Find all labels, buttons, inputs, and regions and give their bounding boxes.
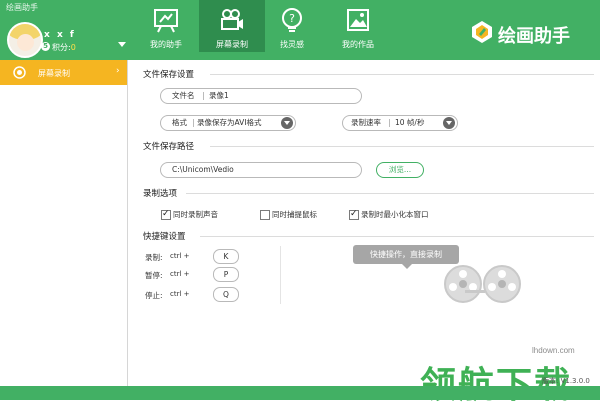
easel-icon xyxy=(154,9,178,33)
hotkey-record-key[interactable]: K xyxy=(213,249,239,264)
hotkey-stop-label: 停止: xyxy=(145,291,163,300)
option-record-sound[interactable]: 同时录制声音 xyxy=(161,208,251,221)
tab-inspiration[interactable]: ? 找灵感 xyxy=(259,0,325,52)
divider xyxy=(186,193,594,194)
points-label: 积分: xyxy=(52,43,71,52)
browse-button[interactable]: 浏览... xyxy=(376,162,424,178)
tab-label: 我的助手 xyxy=(150,40,182,49)
hotkey-tooltip: 快捷操作，直接录制 xyxy=(353,245,459,269)
window-title: 绘画助手 xyxy=(6,3,38,12)
checkbox-checked-icon[interactable] xyxy=(161,208,171,220)
checkbox-unchecked-icon[interactable] xyxy=(260,210,270,220)
tab-label: 屏幕录制 xyxy=(216,40,248,49)
reel-tape xyxy=(465,290,485,293)
section-title-save-path: 文件保存路径 xyxy=(143,142,195,152)
filename-value: 录像1 xyxy=(209,91,229,100)
tab-my-assistant[interactable]: 我的助手 xyxy=(133,0,199,52)
pencil-logo-icon xyxy=(472,21,492,43)
field-separator xyxy=(389,119,390,127)
option-label: 同时录制声音 xyxy=(173,210,218,219)
rate-label: 录制速率 xyxy=(351,118,381,127)
field-separator xyxy=(193,119,194,127)
divider xyxy=(210,74,594,75)
option-capture-mouse[interactable]: 同时捕提鼠标 xyxy=(260,209,350,221)
settings-panel: 文件保存设置 文件名 录像1 格式 录像保存为AVI格式 录制速率 10 帧/秒… xyxy=(128,60,600,386)
format-select[interactable]: 格式 录像保存为AVI格式 xyxy=(160,115,296,131)
divider xyxy=(280,246,281,304)
record-rate-select[interactable]: 录制速率 10 帧/秒 xyxy=(342,115,458,131)
version-label: 版本: V1.3.0.0 xyxy=(542,377,590,385)
chevron-down-icon[interactable] xyxy=(281,117,293,129)
filename-field[interactable]: 文件名 录像1 xyxy=(160,88,362,104)
lightbulb-question-icon: ? xyxy=(282,8,302,32)
hotkey-modifier: ctrl + xyxy=(170,270,190,278)
sidebar-item-label: 屏幕录制 xyxy=(38,69,70,78)
tab-label: 找灵感 xyxy=(280,40,304,49)
user-level-badge: 5 xyxy=(41,42,50,51)
save-path-value: C:\Unicom\Vedio xyxy=(172,165,234,174)
video-camera-icon xyxy=(221,9,243,30)
option-label: 录制时最小化本窗口 xyxy=(361,210,429,219)
hotkey-pause-label: 暂停: xyxy=(145,271,163,280)
svg-text:?: ? xyxy=(289,12,295,25)
divider xyxy=(210,146,594,147)
option-minimize-window[interactable]: 录制时最小化本窗口 xyxy=(349,208,459,221)
status-bar xyxy=(0,386,600,400)
tab-my-works[interactable]: 我的作品 xyxy=(325,0,391,52)
sidebar-item-screen-record[interactable]: 屏幕录制 › xyxy=(0,60,127,85)
filename-label: 文件名 xyxy=(172,91,195,100)
user-avatar[interactable] xyxy=(7,22,43,58)
chevron-right-icon: › xyxy=(116,66,120,76)
reel-right xyxy=(483,265,521,303)
section-title-hotkeys: 快捷键设置 xyxy=(143,232,186,242)
hotkey-modifier: ctrl + xyxy=(170,290,190,298)
screen-record-icon xyxy=(13,66,26,79)
field-separator xyxy=(203,92,204,100)
user-points: 积分:0 xyxy=(52,42,76,53)
checkbox-checked-icon[interactable] xyxy=(349,208,359,220)
reel-left xyxy=(444,265,482,303)
hotkey-record-label: 录制: xyxy=(145,253,163,262)
user-menu-caret-icon[interactable] xyxy=(118,42,126,47)
format-value: 录像保存为AVI格式 xyxy=(197,118,262,127)
option-label: 同时捕提鼠标 xyxy=(272,210,317,219)
sidebar: 屏幕录制 › xyxy=(0,60,128,386)
section-title-file-save: 文件保存设置 xyxy=(143,70,195,80)
app-header: 绘画助手 x x f 5 积分:0 我的助手 屏幕录制 ? 找灵感 我的作品 绘… xyxy=(0,0,600,60)
hotkey-modifier: ctrl + xyxy=(170,252,190,260)
user-name: x x f xyxy=(44,30,76,40)
rate-value: 10 帧/秒 xyxy=(395,118,425,127)
hotkey-pause-key[interactable]: P xyxy=(213,267,239,282)
chevron-down-icon[interactable] xyxy=(443,117,455,129)
divider xyxy=(200,236,594,237)
brand-name: 绘画助手 xyxy=(498,26,570,46)
save-path-field[interactable]: C:\Unicom\Vedio xyxy=(160,162,362,178)
tab-label: 我的作品 xyxy=(342,40,374,49)
points-value: 0 xyxy=(70,43,76,52)
format-label: 格式 xyxy=(172,118,187,127)
tab-screen-record[interactable]: 屏幕录制 xyxy=(199,0,265,52)
hotkey-stop-key[interactable]: Q xyxy=(213,287,239,302)
picture-icon xyxy=(347,9,369,31)
watermark-url: lhdown.com xyxy=(532,346,575,355)
section-title-record-options: 录制选项 xyxy=(143,189,178,199)
